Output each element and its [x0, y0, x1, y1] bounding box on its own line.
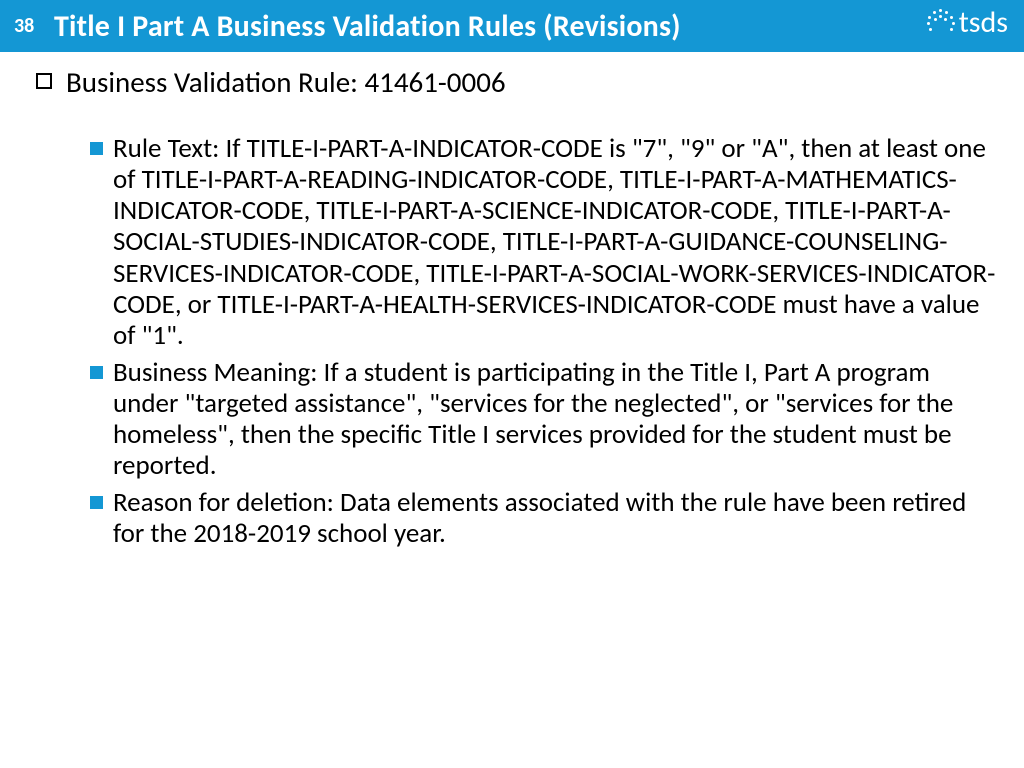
bullet-level2: Rule Text: If TITLE-I-PART-A-INDICATOR-C…: [90, 133, 998, 350]
bullet-level1: Business Validation Rule: 41461-0006: [36, 66, 998, 99]
slide-body: Business Validation Rule: 41461-0006 Rul…: [0, 52, 1024, 549]
slide-header: 38 Title I Part A Business Validation Ru…: [0, 0, 1024, 52]
level2-text: Business Meaning: If a student is partic…: [113, 357, 998, 481]
level1-text: Business Validation Rule: 41461-0006: [66, 66, 506, 99]
slide-title: Title I Part A Business Validation Rules…: [54, 8, 1010, 45]
filled-square-bullet-icon: [90, 366, 103, 379]
logo-text: tsds: [959, 4, 1008, 41]
filled-square-bullet-icon: [90, 142, 103, 155]
filled-square-bullet-icon: [90, 496, 103, 509]
tsds-logo: tsds: [927, 4, 1008, 41]
square-bullet-icon: [36, 73, 52, 89]
slide: 38 Title I Part A Business Validation Ru…: [0, 0, 1024, 768]
level2-text: Reason for deletion: Data elements assoc…: [113, 487, 998, 549]
bullet-level2: Reason for deletion: Data elements assoc…: [90, 487, 998, 549]
bullet-level2: Business Meaning: If a student is partic…: [90, 357, 998, 481]
page-number: 38: [14, 14, 54, 38]
level2-text: Rule Text: If TITLE-I-PART-A-INDICATOR-C…: [113, 133, 998, 350]
logo-dots-icon: [927, 9, 955, 37]
level2-list: Rule Text: If TITLE-I-PART-A-INDICATOR-C…: [36, 133, 998, 549]
